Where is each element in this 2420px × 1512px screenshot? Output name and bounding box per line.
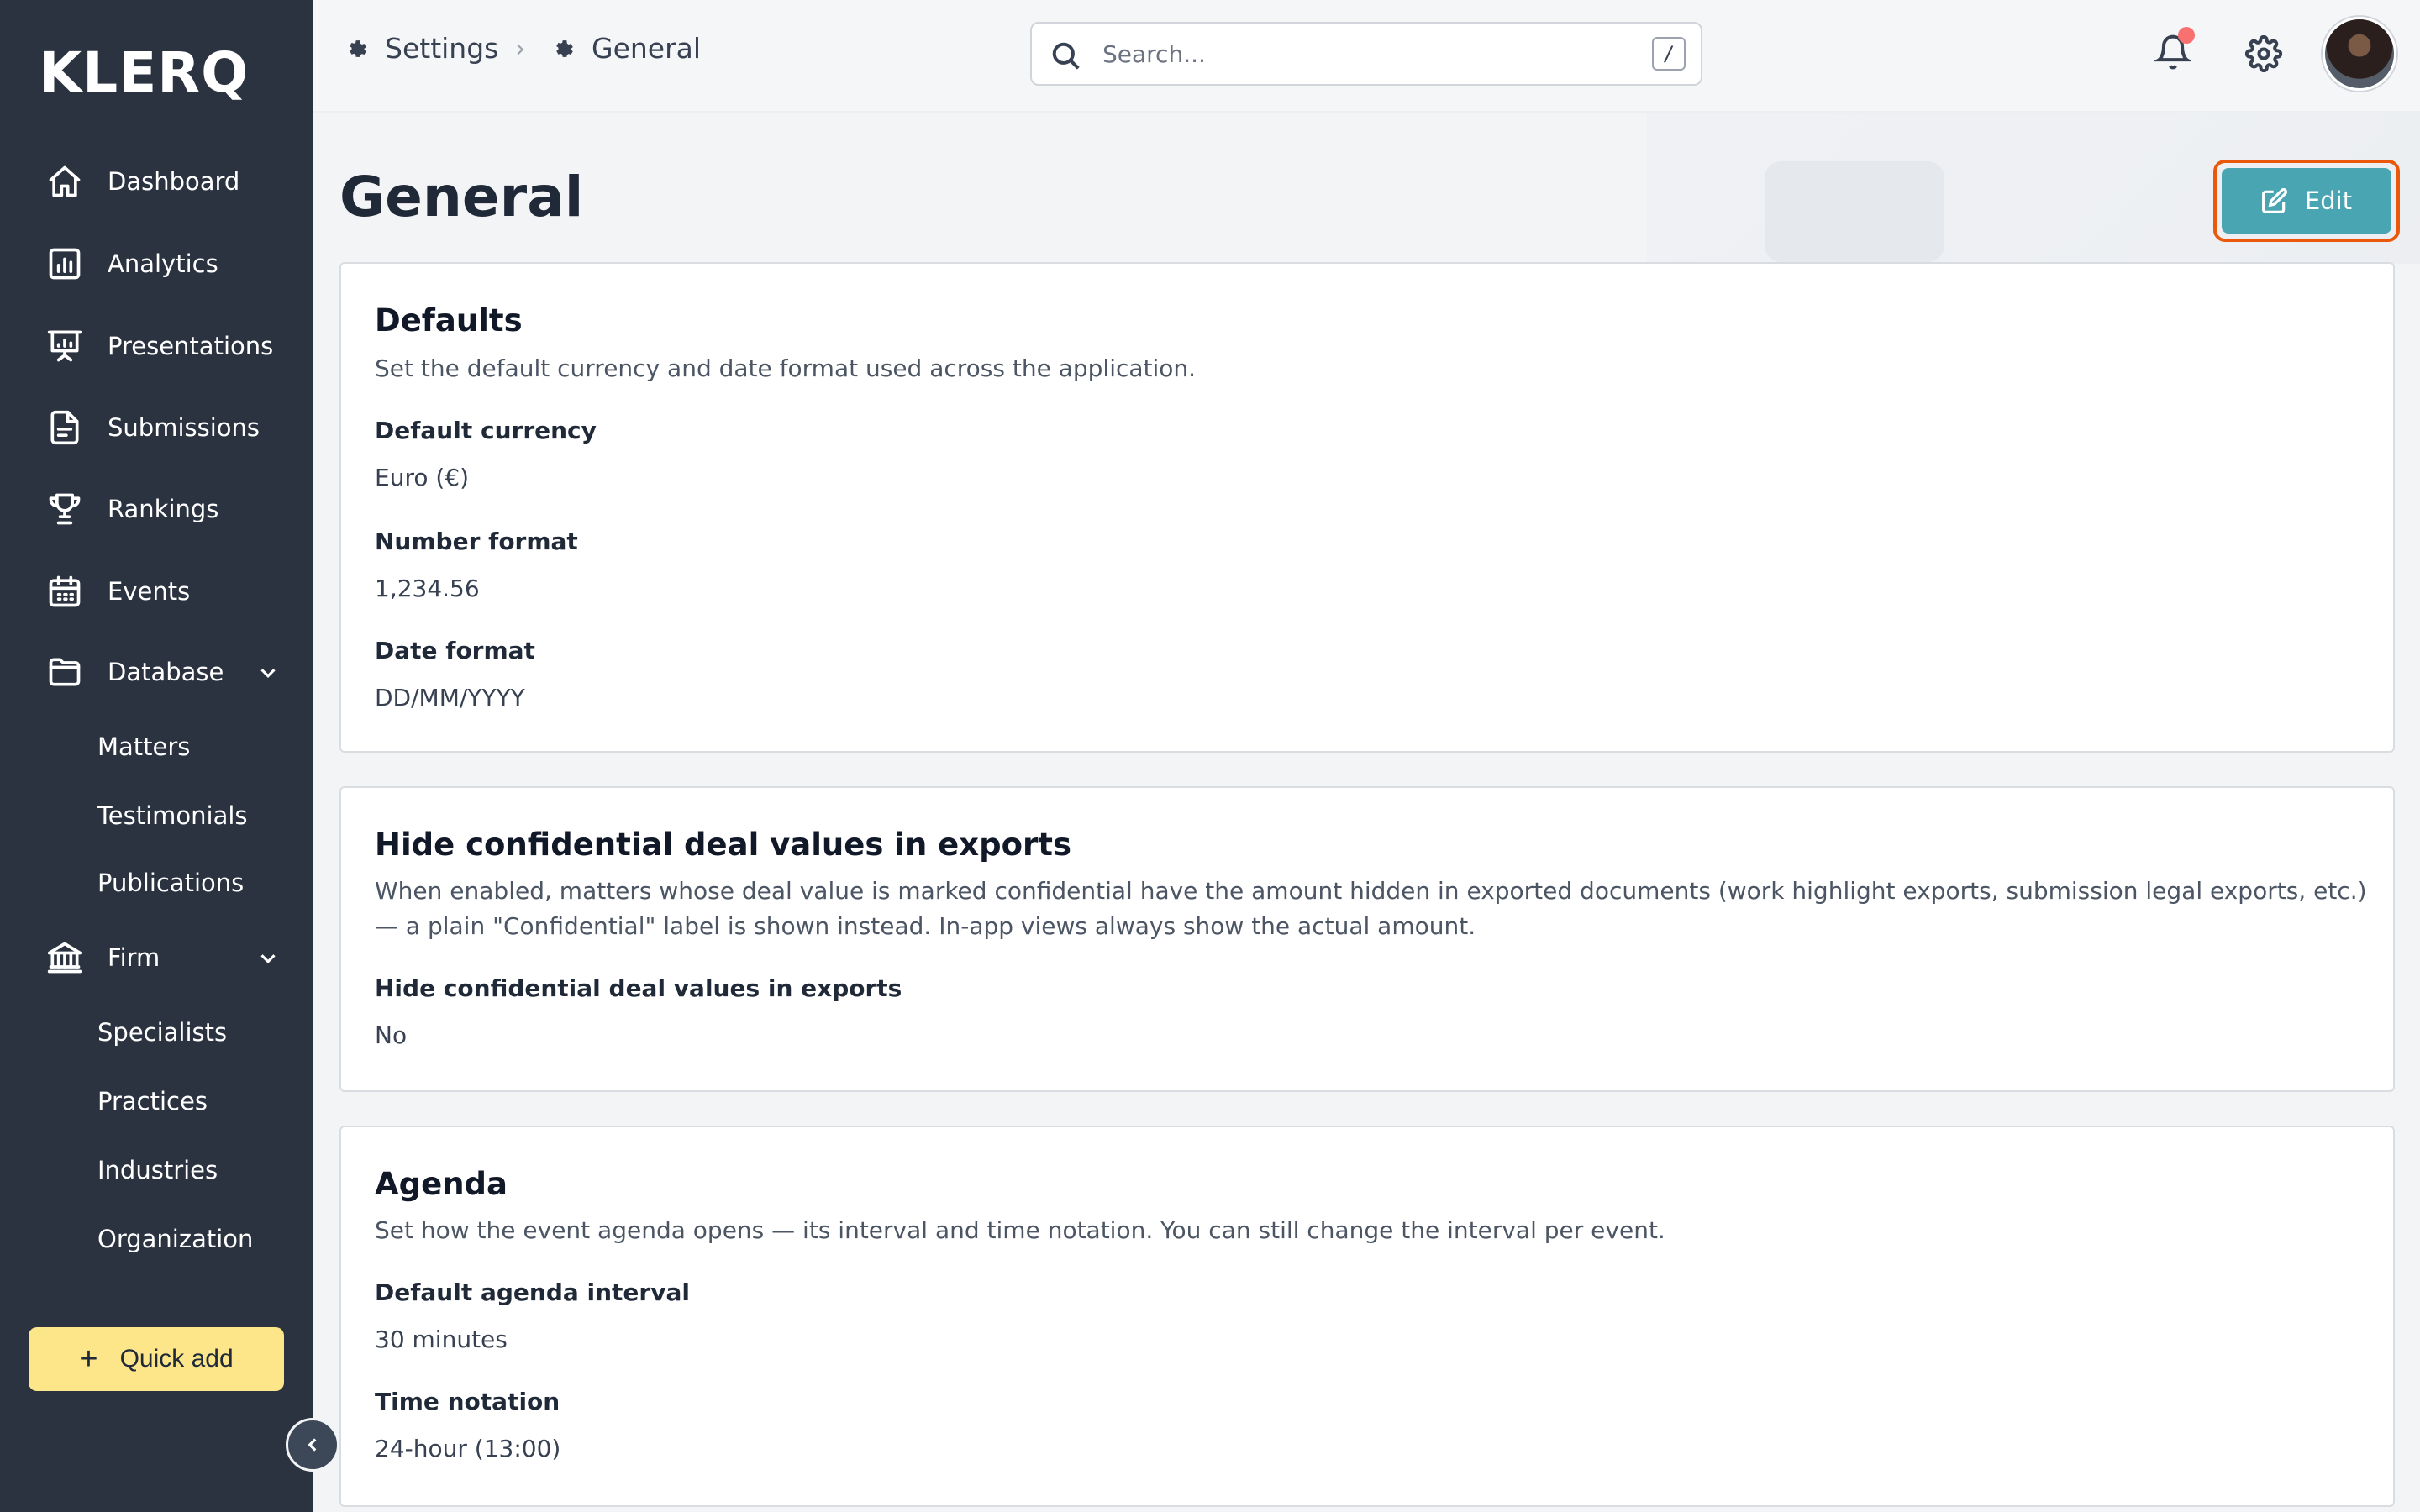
header-decoration-shape (1765, 161, 1944, 262)
sidebar-item-label: Firm (108, 943, 160, 972)
topbar: Settings General / (313, 0, 2420, 113)
user-avatar[interactable] (2323, 17, 2396, 91)
card-title: Hide confidential deal values in exports (375, 827, 1071, 863)
sidebar-item-label: Rankings (108, 495, 219, 523)
sidebar-item-label: Dashboard (108, 167, 240, 196)
breadcrumb-settings[interactable]: Settings (346, 32, 498, 65)
gear-icon (2244, 34, 2283, 73)
breadcrumb-label: Settings (385, 32, 499, 65)
sidebar-item-label: Events (108, 577, 191, 606)
sidebar-item-database[interactable]: Database (45, 647, 297, 697)
field-label: Default currency (375, 417, 597, 444)
chevron-left-icon (308, 1438, 317, 1452)
field-value: 1,234.56 (375, 575, 480, 602)
chart-icon (45, 244, 84, 283)
notification-dot (2178, 27, 2195, 44)
chevron-down-icon[interactable] (255, 946, 281, 971)
gear-icon (350, 39, 366, 57)
app-logo[interactable]: KLERQ (39, 40, 249, 105)
card-description: Set how the event agenda opens — its int… (375, 1216, 1665, 1244)
sidebar-item-label: Presentations (108, 332, 274, 360)
edit-button-highlight: Edit (2213, 160, 2400, 242)
page-title: General (339, 165, 584, 229)
search-box[interactable]: / (1030, 22, 1702, 86)
sidebar-subitem-organization[interactable]: Organization (97, 1225, 253, 1253)
sidebar-subitem-industries[interactable]: Industries (97, 1156, 218, 1184)
sidebar-item-presentations[interactable]: Presentations (45, 321, 297, 371)
sidebar-item-label: Analytics (108, 249, 218, 278)
chevron-right-icon (511, 40, 529, 62)
field-label: Date format (375, 637, 535, 664)
sidebar-subitem-testimonials[interactable]: Testimonials (97, 801, 248, 830)
edit-icon (2261, 187, 2287, 213)
sidebar-item-dashboard[interactable]: Dashboard (45, 156, 297, 207)
agenda-card: Agenda Set how the event agenda opens — … (339, 1126, 2395, 1507)
quick-add-button[interactable]: + Quick add (29, 1327, 284, 1391)
bank-icon (45, 938, 84, 977)
plus-icon: + (79, 1341, 98, 1377)
quick-add-label: Quick add (119, 1345, 234, 1373)
trophy-icon (45, 490, 84, 528)
home-icon (45, 162, 84, 201)
presentation-icon (45, 327, 84, 365)
search-input[interactable] (1102, 37, 1607, 71)
sidebar-item-analytics[interactable]: Analytics (45, 239, 297, 289)
field-label: Time notation (375, 1388, 560, 1415)
sidebar-item-label: Database (108, 658, 224, 686)
sidebar-item-rankings[interactable]: Rankings (45, 484, 297, 534)
search-shortcut-badge: / (1652, 37, 1686, 71)
collapse-sidebar-button[interactable] (286, 1418, 339, 1472)
calendar-icon (45, 572, 84, 611)
field-value: 30 minutes (375, 1326, 508, 1353)
sidebar-item-submissions[interactable]: Submissions (45, 402, 297, 453)
field-value: DD/MM/YYYY (375, 684, 525, 711)
field-value: No (375, 1021, 408, 1049)
breadcrumb-label: General (592, 32, 702, 65)
card-description: When enabled, matters whose deal value i… (375, 877, 2367, 940)
sidebar-item-firm[interactable]: Firm (45, 932, 297, 983)
field-label: Default agenda interval (375, 1278, 690, 1306)
document-icon (45, 408, 84, 447)
sidebar-subitem-specialists[interactable]: Specialists (97, 1018, 227, 1047)
gear-icon (556, 39, 573, 57)
sidebar-item-label: Submissions (108, 413, 260, 442)
notifications-button[interactable] (2153, 27, 2195, 74)
field-label: Hide confidential deal values in exports (375, 974, 902, 1002)
field-value: 24-hour (13:00) (375, 1435, 561, 1462)
settings-button[interactable] (2244, 34, 2283, 73)
edit-button-label: Edit (2304, 186, 2353, 215)
field-label: Number format (375, 528, 578, 555)
field-value: Euro (€) (375, 464, 470, 491)
sidebar-item-events[interactable]: Events (45, 566, 297, 617)
sidebar: KLERQ Dashboard Analytics Presentations … (0, 0, 313, 1512)
card-title: Agenda (375, 1166, 508, 1202)
card-description: Set the default currency and date format… (375, 354, 1197, 382)
sidebar-subitem-practices[interactable]: Practices (97, 1087, 208, 1116)
search-icon (1050, 40, 1082, 72)
sidebar-subitem-matters[interactable]: Matters (97, 732, 190, 761)
folder-icon (45, 653, 84, 691)
defaults-card: Defaults Set the default currency and da… (339, 262, 2395, 753)
breadcrumb-general[interactable]: General (553, 32, 701, 65)
edit-button[interactable]: Edit (2222, 168, 2391, 234)
chevron-down-icon[interactable] (255, 660, 281, 685)
card-title: Defaults (375, 302, 523, 339)
sidebar-subitem-publications[interactable]: Publications (97, 869, 244, 897)
confidential-card: Hide confidential deal values in exports… (339, 786, 2395, 1092)
